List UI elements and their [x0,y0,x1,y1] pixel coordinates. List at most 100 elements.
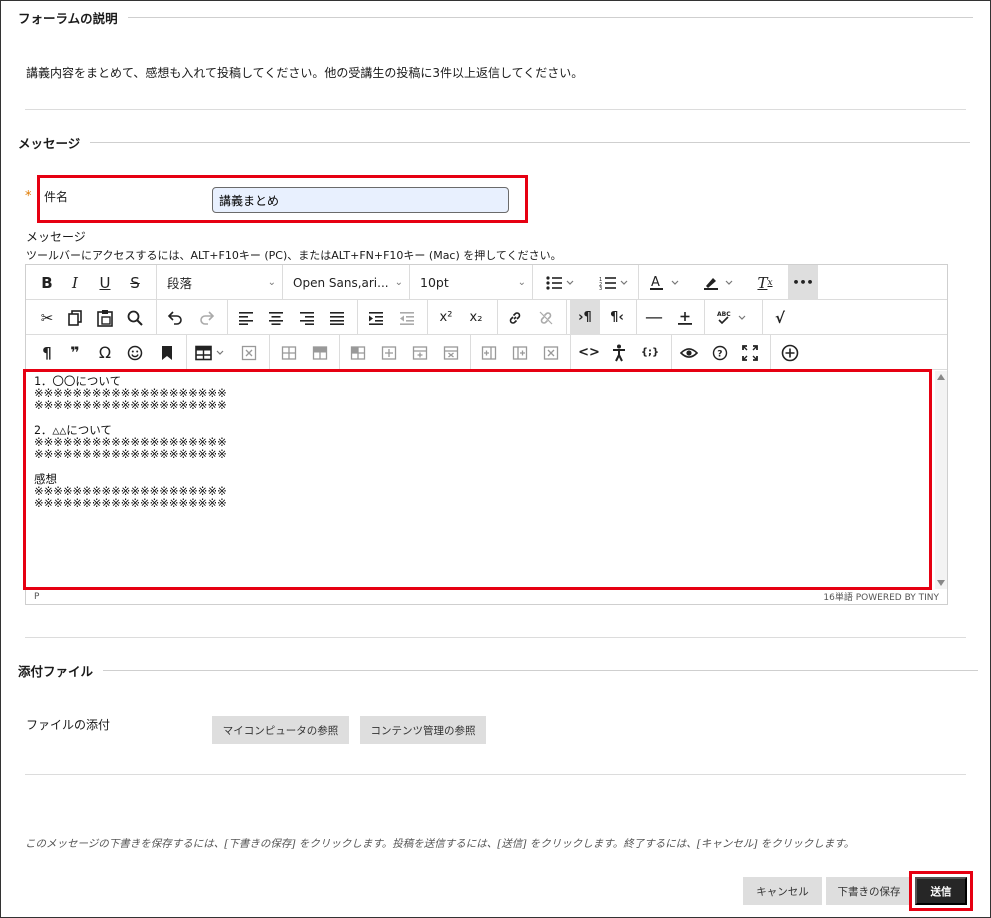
insert-template-button[interactable]: {;} [636,335,664,370]
source-code-button[interactable]: <> [576,335,602,370]
align-left-button[interactable] [233,300,259,335]
insert-link-button[interactable] [502,300,528,335]
divider [25,637,966,638]
delete-table-button[interactable] [236,335,262,370]
clipboard-icon [97,309,113,327]
merge-cells-button[interactable] [345,335,371,370]
underline-button[interactable]: U [92,265,118,300]
subject-highlight-box [37,175,528,223]
attachment-legend: 添付ファイル [18,662,979,679]
align-center-button[interactable] [263,300,289,335]
forum-description-legend: フォーラムの説明 [18,9,973,26]
math-equation-button[interactable]: √ [766,300,794,335]
numbered-list-icon: 123 [599,277,628,290]
ltr-direction-button[interactable]: ›¶ [570,300,600,335]
preview-button[interactable] [676,335,702,370]
table-button[interactable] [192,335,232,370]
table-delete-icon [241,345,257,360]
justify-button[interactable] [324,300,350,335]
numbered-list-button[interactable]: 123 [592,265,636,300]
attachment-label: ファイルの添付 [26,718,111,732]
element-path[interactable]: P [34,592,39,602]
divider [25,774,966,775]
cut-button[interactable]: ✂ [34,300,60,335]
insert-column-after-icon [512,345,528,360]
delete-column-icon [543,345,559,360]
forum-description-text: 講義内容をまとめて、感想も入れて投稿してください。他の受講生の投稿に3件以上返信… [26,66,584,80]
show-blocks-button[interactable]: ¶ [34,335,60,370]
clear-formatting-button[interactable]: Tx [750,265,780,300]
insert-plus-icon [678,311,692,325]
emoticons-button[interactable] [122,335,148,370]
strikethrough-button[interactable]: S [122,265,148,300]
copy-icon [68,309,82,326]
clear-format-icon: T [757,273,768,292]
unlink-button[interactable] [533,300,559,335]
insert-col-before-button[interactable] [476,335,502,370]
bookmark-button[interactable] [154,335,180,370]
outdent-icon [400,311,414,325]
find-replace-button[interactable] [122,300,148,335]
insert-content-button[interactable] [776,335,804,370]
toolbar-row-3: ¶ ❞ Ω <> {;} ? [26,335,947,370]
delete-col-button[interactable] [538,335,564,370]
editor-scrollbar[interactable] [935,371,947,589]
spellcheck-button[interactable]: ABC [709,300,755,335]
table-cell-props-button[interactable] [307,335,333,370]
merge-cells-icon [350,345,366,360]
table-row-props-button[interactable] [276,335,302,370]
block-format-dropdown[interactable]: 段落 ⌄ [157,265,282,300]
cancel-button[interactable]: キャンセル [743,877,822,905]
divider [25,109,966,110]
copy-button[interactable] [62,300,88,335]
fullscreen-icon [742,344,758,361]
fullscreen-button[interactable] [737,335,763,370]
scroll-down-icon[interactable] [937,580,945,586]
bold-button[interactable]: B [34,265,60,300]
help-button[interactable]: ? [707,335,733,370]
message-label: メッセージ [26,230,86,244]
special-character-button[interactable]: Ω [92,335,118,370]
insert-column-icon [481,345,497,360]
text-color-button[interactable]: A [643,265,687,300]
blockquote-button[interactable]: ❞ [62,335,88,370]
content-highlight-box [23,369,932,590]
subscript-button[interactable]: x₂ [462,300,490,335]
toolbar-row-1: B I U S 段落 ⌄ Open Sans,ari... ⌄ 10pt ⌄ 1… [26,265,947,300]
unlink-icon [539,311,553,324]
outdent-button[interactable] [394,300,420,335]
chevron-down-icon: ⌄ [394,277,403,288]
insert-col-after-button[interactable] [507,335,533,370]
accessibility-icon [613,344,625,361]
bullet-list-button[interactable] [538,265,582,300]
italic-button[interactable]: I [62,265,88,300]
browse-computer-button[interactable]: マイコンピュータの参照 [212,716,349,744]
horizontal-line-button[interactable]: — [641,300,667,335]
scissors-icon: ✂ [40,308,54,327]
highlight-color-button[interactable] [697,265,741,300]
insert-row-before-button[interactable] [376,335,402,370]
insert-row-after-button[interactable] [407,335,433,370]
ltr-icon: ›¶ [578,310,592,325]
highlighter-icon [704,277,733,290]
paste-button[interactable] [92,300,118,335]
attachment-section-title: 添付ファイル [18,663,94,679]
undo-button[interactable] [162,300,188,335]
font-family-dropdown[interactable]: Open Sans,ari... ⌄ [283,265,409,300]
rtl-direction-button[interactable]: ¶‹ [603,300,631,335]
eye-icon [680,347,698,358]
accessibility-checker-button[interactable] [606,335,632,370]
browse-content-collection-button[interactable]: コンテンツ管理の参照 [360,716,486,744]
delete-row-icon [443,345,459,360]
nonbreaking-space-button[interactable] [672,300,698,335]
font-size-dropdown[interactable]: 10pt ⌄ [410,265,532,300]
indent-button[interactable] [363,300,389,335]
scroll-up-icon[interactable] [937,374,945,380]
superscript-button[interactable]: x² [432,300,460,335]
align-right-button[interactable] [294,300,320,335]
redo-button[interactable] [194,300,220,335]
add-circle-icon [781,344,799,361]
more-button[interactable]: ••• [788,265,818,300]
save-draft-button[interactable]: 下書きの保存 [826,877,912,905]
delete-row-button[interactable] [438,335,464,370]
